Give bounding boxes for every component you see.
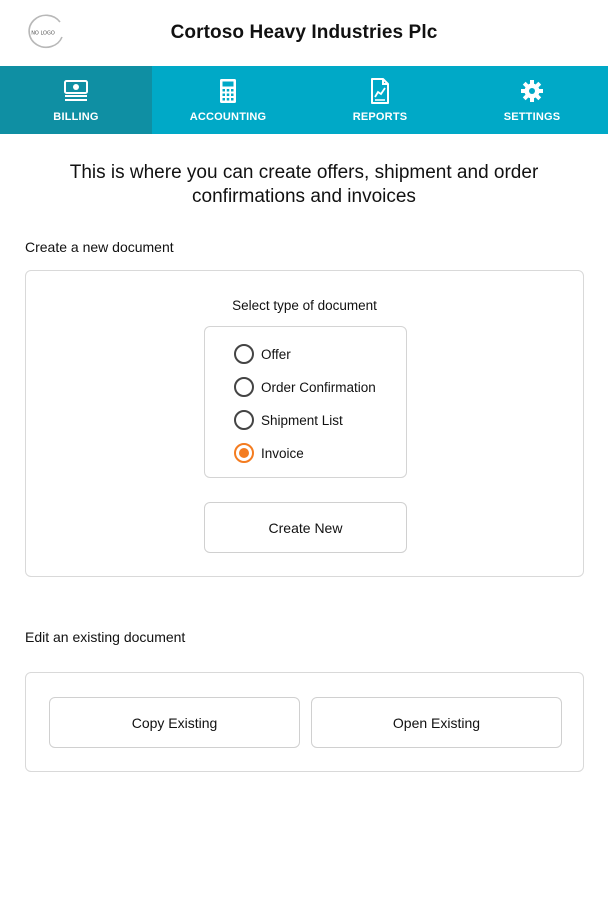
edit-document-card: Copy Existing Open Existing: [25, 672, 584, 772]
tab-reports[interactable]: REPORTS: [304, 66, 456, 134]
radio-invoice-label: Invoice: [261, 445, 304, 461]
radio-order-confirmation-label: Order Confirmation: [261, 379, 376, 395]
edit-section-title: Edit an existing document: [25, 629, 186, 645]
app-header: NO LOGO Cortoso Heavy Industries Plc: [0, 0, 608, 66]
radio-unchecked-icon: [234, 344, 254, 364]
document-type-radio-group: Offer Order Confirmation Shipment List I…: [204, 326, 407, 478]
tab-settings[interactable]: SETTINGS: [456, 66, 608, 134]
tab-accounting-label: ACCOUNTING: [189, 111, 267, 123]
tab-billing[interactable]: BILLING: [0, 66, 152, 134]
radio-unchecked-icon: [234, 377, 254, 397]
calculator-icon: [214, 77, 242, 105]
radio-invoice[interactable]: Invoice: [234, 442, 304, 464]
intro-text: This is where you can create offers, shi…: [69, 162, 539, 207]
open-existing-button[interactable]: Open Existing: [311, 697, 562, 748]
copy-existing-button[interactable]: Copy Existing: [49, 697, 300, 748]
create-section-title: Create a new document: [25, 239, 174, 255]
radio-offer-label: Offer: [261, 346, 291, 362]
radio-unchecked-icon: [234, 410, 254, 430]
radio-checked-icon: [234, 443, 254, 463]
radio-offer[interactable]: Offer: [234, 343, 291, 365]
radio-shipment-list-label: Shipment List: [261, 412, 343, 428]
radio-order-confirmation[interactable]: Order Confirmation: [234, 376, 376, 398]
radio-shipment-list[interactable]: Shipment List: [234, 409, 343, 431]
report-chart-icon: [366, 77, 394, 105]
tab-reports-label: REPORTS: [352, 111, 408, 123]
money-icon: [62, 77, 90, 105]
select-type-label: Select type of document: [232, 298, 377, 313]
create-document-card: Select type of document Offer Order Conf…: [25, 270, 584, 577]
main-nav: BILLING ACCOUNTING REPORTS SETTINGS: [0, 66, 608, 134]
tab-billing-label: BILLING: [53, 111, 99, 123]
gear-icon: [518, 77, 546, 105]
tab-settings-label: SETTINGS: [503, 111, 561, 123]
create-new-button[interactable]: Create New: [204, 502, 407, 553]
company-name: Cortoso Heavy Industries Plc: [170, 22, 438, 43]
tab-accounting[interactable]: ACCOUNTING: [152, 66, 304, 134]
